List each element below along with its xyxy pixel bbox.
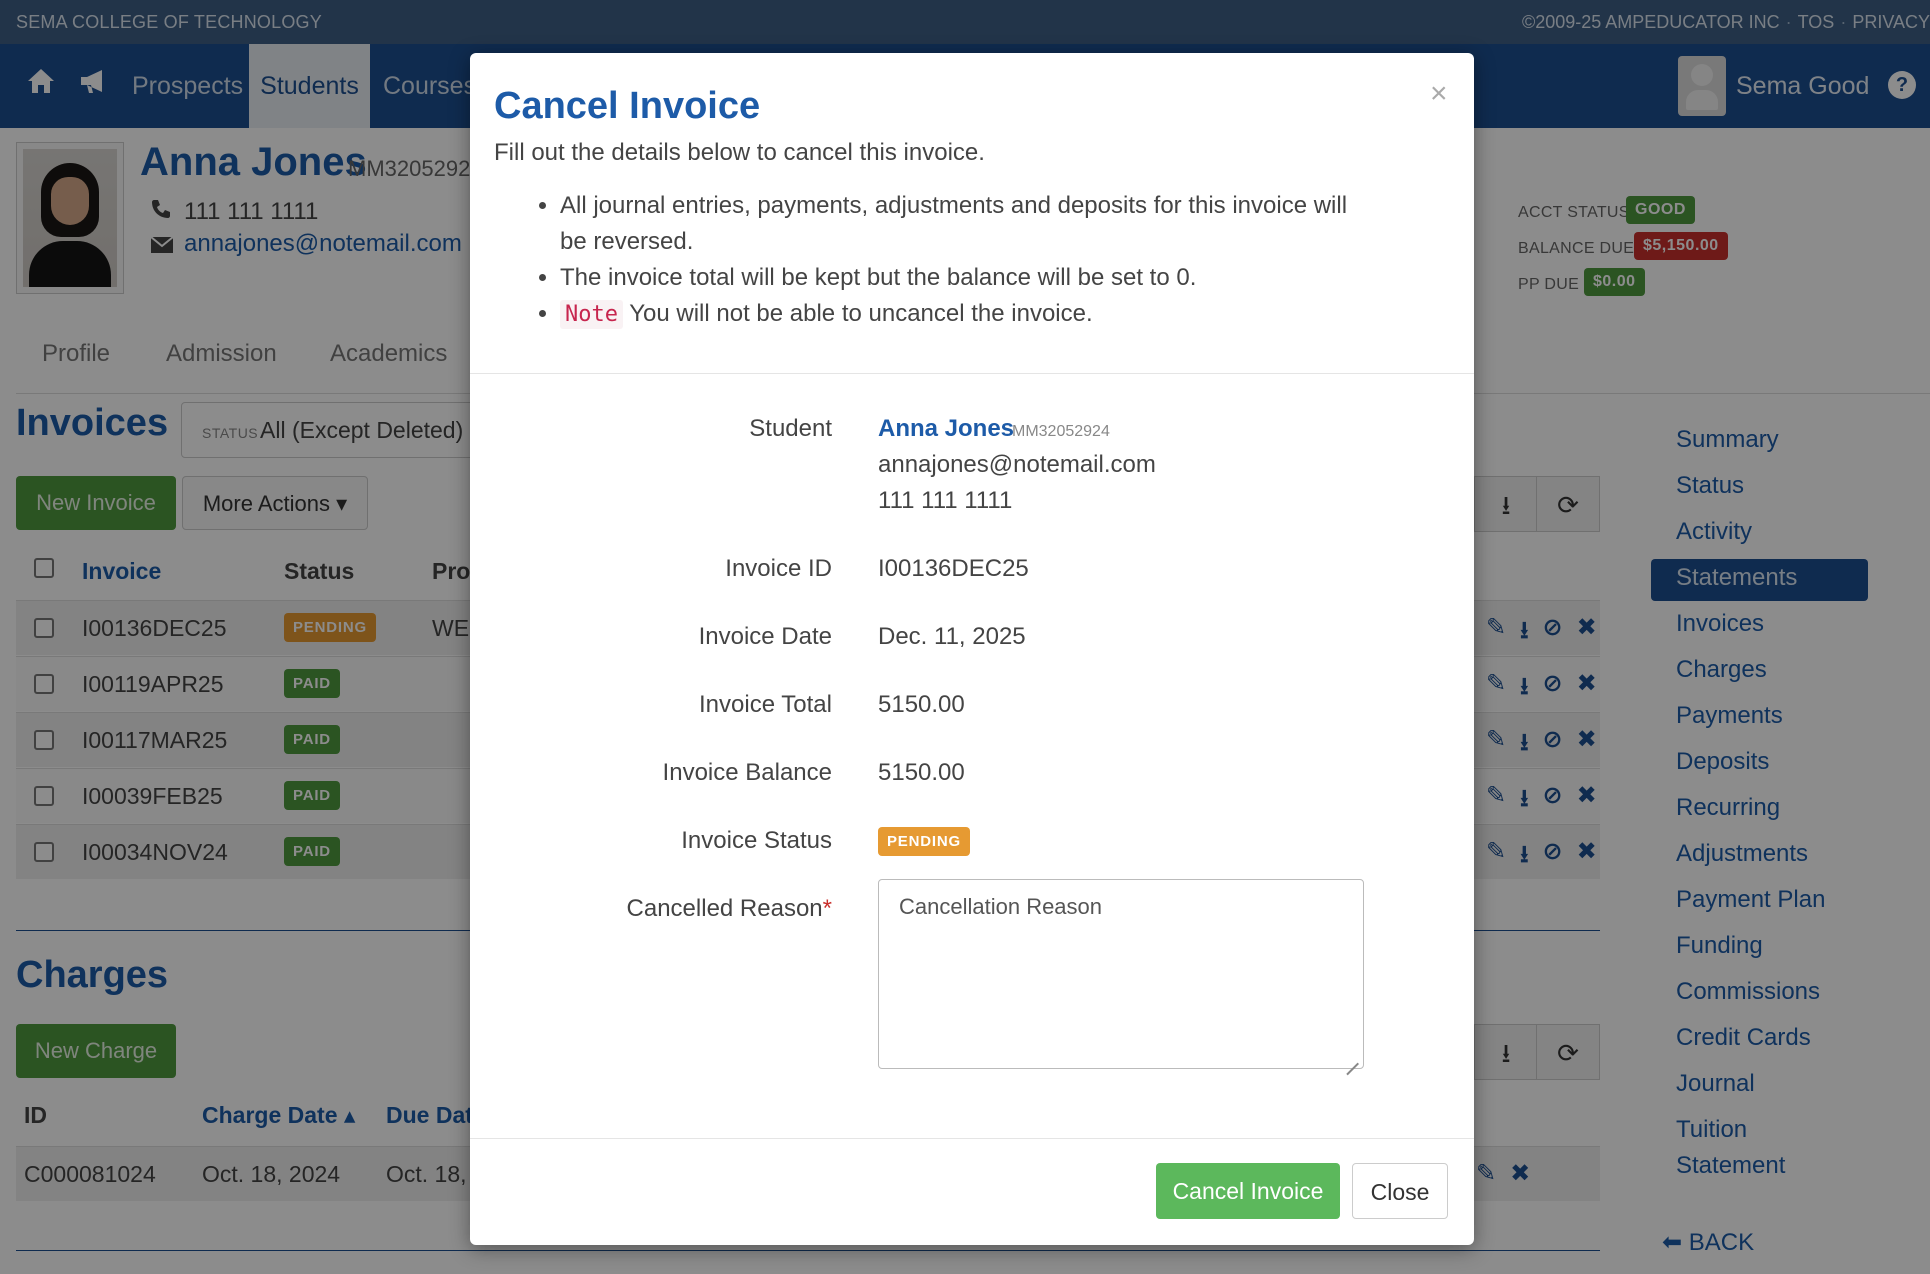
status-badge: PENDING: [878, 827, 970, 856]
cancel-invoice-button[interactable]: Cancel Invoice: [1156, 1163, 1340, 1219]
modal-bullet-list: All journal entries, payments, adjustmen…: [560, 188, 1380, 333]
modal-header-divider: [470, 373, 1474, 374]
student-label: Student: [749, 415, 832, 442]
invoice-balance-label: Invoice Balance: [662, 759, 832, 786]
cancel-invoice-modal: Cancel Invoice × Fill out the details be…: [470, 53, 1474, 1245]
modal-student-phone: 111 111 1111: [878, 487, 1013, 514]
cancelled-reason-input[interactable]: Cancellation Reason: [878, 879, 1364, 1076]
cancelled-reason-label: Cancelled Reason*: [627, 895, 832, 923]
invoice-date-value: Dec. 11, 2025: [878, 623, 1026, 650]
modal-student-email: annajones@notemail.com: [878, 451, 1156, 478]
note-tag: Note: [560, 300, 623, 329]
invoice-id-label: Invoice ID: [725, 555, 832, 582]
bullet-note: Note You will not be able to uncancel th…: [560, 296, 1380, 333]
modal-footer-divider: [470, 1138, 1474, 1139]
invoice-status-label: Invoice Status: [681, 827, 832, 854]
invoice-id-value: I00136DEC25: [878, 555, 1029, 582]
modal-intro: Fill out the details below to cancel thi…: [494, 139, 985, 166]
invoice-balance-value: 5150.00: [878, 759, 965, 786]
resize-handle[interactable]: [1346, 1062, 1359, 1076]
modal-student-name[interactable]: Anna Jones: [878, 415, 1014, 443]
cancelled-reason-text: Cancelled Reason: [626, 895, 823, 922]
cancelled-reason-placeholder: Cancellation Reason: [899, 894, 1103, 919]
invoice-total-value: 5150.00: [878, 691, 965, 718]
invoice-total-label: Invoice Total: [699, 691, 832, 718]
note-text: You will not be able to uncancel the inv…: [629, 300, 1093, 327]
required-mark: *: [822, 895, 832, 922]
bullet-reversal: All journal entries, payments, adjustmen…: [560, 188, 1380, 260]
close-button[interactable]: Close: [1352, 1163, 1448, 1219]
modal-student-id: MM32052924: [1012, 423, 1110, 440]
modal-title: Cancel Invoice: [494, 85, 761, 127]
bullet-balance: The invoice total will be kept but the b…: [560, 260, 1380, 296]
close-icon[interactable]: ×: [1430, 77, 1448, 111]
invoice-date-label: Invoice Date: [698, 623, 832, 650]
